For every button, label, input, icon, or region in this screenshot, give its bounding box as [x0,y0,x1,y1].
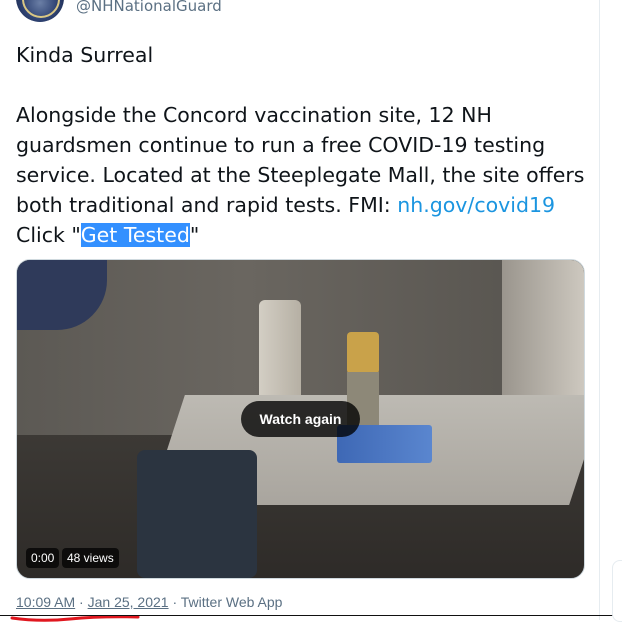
tweet-metadata: 10:09 AM · Jan 25, 2021 · Twitter Web Ap… [16,594,283,610]
avatar[interactable] [16,0,64,22]
tweet-body-line-1: Alongside the Concord vaccination site, … [16,103,492,127]
fmi-text: both traditional and rapid tests. FMI: [16,193,398,217]
video-time-badge: 0:00 [26,548,60,568]
tweet-body-line-3: service. Located at the Steeplegate Mall… [16,163,585,187]
tweet-text: Kinda Surreal Alongside the Concord vacc… [16,40,586,250]
tweet-title-line: Kinda Surreal [16,43,154,67]
tweet-source: Twitter Web App [180,594,283,610]
tweet-date-link[interactable]: Jan 25, 2021 [88,594,169,610]
video-player[interactable]: Watch again 0:00 48 views [16,259,585,579]
click-suffix: " [189,223,200,247]
column-border [599,0,600,620]
seal-icon [22,0,60,18]
red-annotation-underline [10,615,140,622]
watch-again-button[interactable]: Watch again [241,401,360,437]
tweet-body-line-2: guardsmen continue to run a free COVID-1… [16,133,546,157]
side-panel-edge [612,560,622,622]
account-handle[interactable]: @NHNationalGuard [76,0,222,15]
video-views-badge: 48 views [62,548,119,568]
selected-text-get-tested[interactable]: Get Tested [80,223,190,247]
tweet-body-line-5: Click "Get Tested" [16,220,586,250]
tweet-time-link[interactable]: 10:09 AM [16,594,75,610]
nh-gov-link[interactable]: nh.gov/covid19 [397,193,555,217]
click-prefix: Click " [16,223,81,247]
tweet-body-line-4: both traditional and rapid tests. FMI: n… [16,190,586,220]
divider [0,615,622,616]
